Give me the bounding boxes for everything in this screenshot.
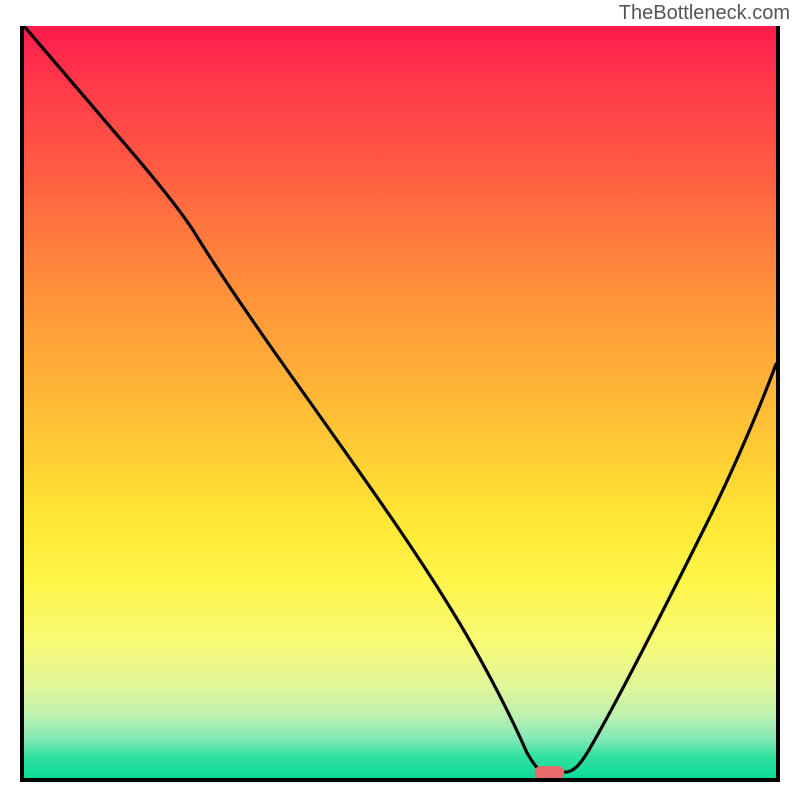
chart-svg — [24, 26, 776, 778]
watermark-text: TheBottleneck.com — [619, 2, 790, 25]
optimum-marker — [535, 766, 565, 778]
chart-frame — [20, 26, 780, 782]
bottleneck-curve — [24, 26, 776, 772]
